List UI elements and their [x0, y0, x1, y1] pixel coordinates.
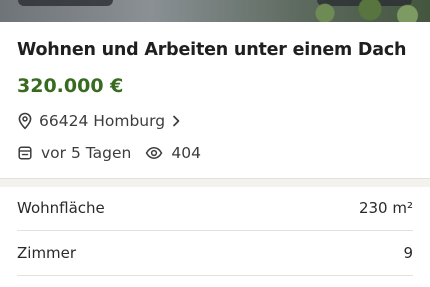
- photo-foliage: [280, 0, 430, 22]
- location-text: 66424 Homburg: [39, 112, 166, 130]
- listing-title: Wohnen und Arbeiten unter einem Dach: [17, 40, 407, 60]
- posted-text: vor 5 Tagen: [41, 144, 132, 162]
- detail-row-living-area: Wohnfläche 230 m²: [17, 186, 413, 231]
- location-link[interactable]: 66424 Homburg: [17, 110, 181, 132]
- photo-overlay-left: [18, 0, 113, 6]
- listing-meta: vor 5 Tagen 404: [17, 142, 201, 164]
- detail-row-rooms: Zimmer 9: [17, 231, 413, 276]
- detail-value: 9: [403, 244, 413, 262]
- eye-icon: [145, 146, 163, 160]
- listing-photo[interactable]: [0, 0, 430, 22]
- listing-price: 320.000 €: [17, 75, 124, 97]
- detail-label: Zimmer: [17, 244, 77, 262]
- location-pin-icon: [17, 112, 33, 130]
- view-count: 404: [145, 144, 201, 162]
- detail-value: 230 m²: [358, 199, 413, 217]
- posted-date: vor 5 Tagen: [17, 144, 131, 162]
- chevron-right-icon: [171, 114, 181, 128]
- detail-label: Wohnfläche: [17, 199, 105, 217]
- calendar-icon: [17, 145, 33, 161]
- view-count-text: 404: [171, 144, 201, 162]
